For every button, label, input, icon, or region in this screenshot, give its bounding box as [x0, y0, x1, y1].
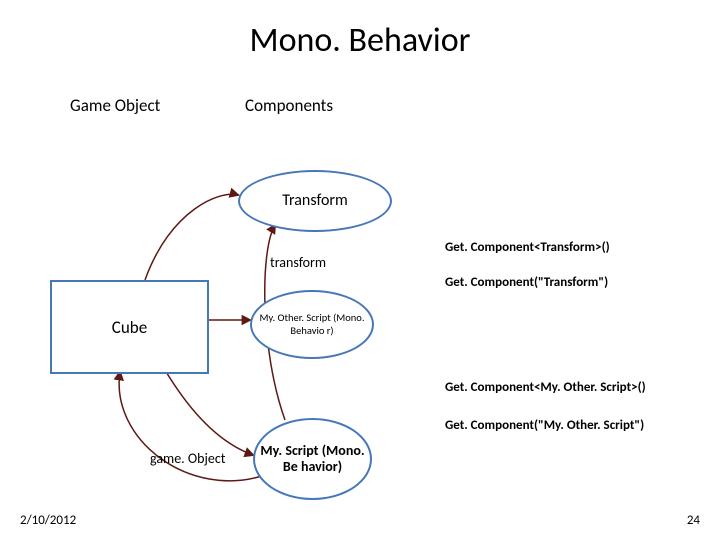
node-transform: Transform [238, 170, 392, 232]
heading-components: Components [245, 95, 333, 116]
node-cube: Cube [50, 280, 209, 374]
node-my-script-label: My. Script (Mono. Be havior) [255, 443, 370, 475]
heading-game-object: Game Object [70, 95, 160, 116]
node-cube-label: Cube [112, 317, 147, 338]
slide-title: Mono. Behavior [0, 20, 720, 61]
label-get-other-generic: Get. Component<My. Other. Script>() [445, 380, 646, 395]
node-my-script: My. Script (Mono. Be havior) [253, 418, 372, 500]
edge-label-game-object: game. Object [150, 450, 225, 467]
label-get-other-string: Get. Component("My. Other. Script") [445, 418, 644, 433]
footer-date: 2/10/2012 [20, 513, 76, 528]
label-get-transform-string: Get. Component("Transform") [445, 275, 608, 290]
node-my-other-script: My. Other. Script (Mono. Behavio r) [250, 290, 374, 359]
node-transform-label: Transform [282, 192, 348, 210]
node-my-other-script-label: My. Other. Script (Mono. Behavio r) [252, 312, 372, 336]
edge-label-transform: transform [270, 254, 326, 271]
footer-slide-number: 24 [687, 513, 700, 528]
label-get-transform-generic: Get. Component<Transform>() [445, 240, 610, 255]
